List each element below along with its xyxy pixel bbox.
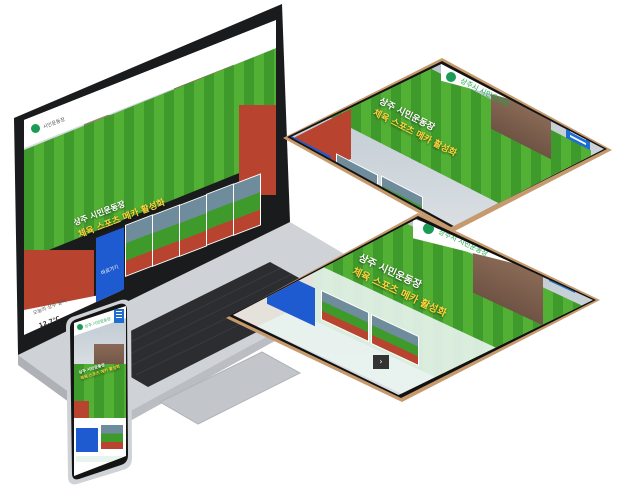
phone-screen: 상주 시민운동장 상주 시민운동장 체육 스포츠 메카 활성화	[74, 306, 126, 476]
phone: 상주 시민운동장 상주 시민운동장 체육 스포츠 메카 활성화	[0, 0, 619, 493]
phone-quick-tile[interactable]	[76, 428, 98, 452]
logo-icon	[77, 324, 83, 330]
phone-thumb-1[interactable]	[100, 424, 124, 450]
hamburger-menu-icon[interactable]	[114, 309, 124, 323]
